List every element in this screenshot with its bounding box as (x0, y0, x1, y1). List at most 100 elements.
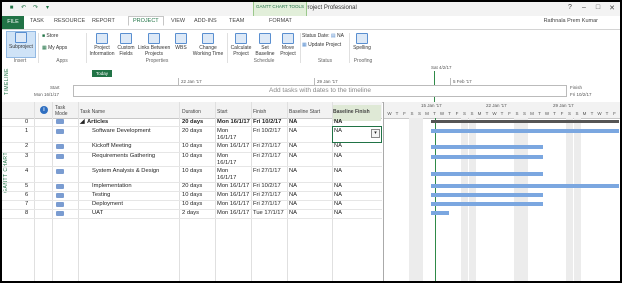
gantt-chart[interactable]: 15 Jan '17 22 Jan '17 29 Jan '17 WTFSSMT… (383, 102, 620, 281)
task-baseline-start[interactable]: NA (289, 143, 297, 150)
task-start[interactable]: Mon 16/1/17 (217, 119, 250, 126)
task-finish[interactable]: Fri 10/2/17 (253, 128, 281, 135)
summary-toggle-icon[interactable]: ◢ (80, 119, 84, 126)
store-button[interactable]: ■ Store (42, 33, 58, 39)
header-start[interactable]: Start (217, 109, 228, 115)
task-finish[interactable]: Fri 27/1/17 (253, 168, 281, 175)
custom-fields-button[interactable]: Custom Fields (116, 33, 136, 57)
task-name[interactable]: Requirements Gathering (92, 153, 155, 160)
spelling-button[interactable]: Spelling (351, 33, 373, 51)
project-information-button[interactable]: Project Information (89, 33, 115, 57)
gantt-task-bar[interactable] (431, 172, 543, 176)
header-finish[interactable]: Finish (253, 109, 266, 115)
task-name[interactable]: Articles (87, 119, 108, 126)
task-start[interactable]: Mon 16/1/17 (217, 201, 249, 208)
task-finish[interactable]: Fri 27/1/17 (253, 143, 281, 150)
task-duration[interactable]: 20 days (182, 128, 202, 135)
timeline-pane[interactable]: TIMELINE Today Sat 4/2/17 22 Jan '17 29 … (2, 64, 620, 103)
minimize-icon[interactable]: – (580, 4, 588, 12)
tab-format[interactable]: FORMAT (269, 18, 292, 24)
task-finish[interactable]: Fri 27/1/17 (253, 201, 281, 208)
task-baseline-start[interactable]: NA (289, 153, 297, 160)
task-name[interactable]: Deployment (92, 201, 123, 208)
table-row[interactable]: 8 UAT 2 days Mon 16/1/17 Tue 17/1/17 NA … (2, 209, 382, 219)
task-baseline-finish[interactable]: NA (334, 143, 342, 150)
task-finish[interactable]: Fri 27/1/17 (253, 192, 281, 199)
task-name[interactable]: UAT (92, 210, 103, 217)
task-baseline-finish[interactable]: NA (334, 183, 342, 190)
task-start[interactable]: Mon 16/1/17 (217, 128, 247, 142)
gantt-summary-bar[interactable] (431, 120, 619, 123)
task-duration[interactable]: 2 days (182, 210, 199, 217)
user-name[interactable]: Rathnala Prem Kumar (544, 18, 598, 24)
task-duration[interactable]: 10 days (182, 143, 202, 150)
my-apps-button[interactable]: ▦ My Apps (42, 45, 67, 51)
task-baseline-finish[interactable]: NA (334, 153, 342, 160)
task-finish[interactable]: Fri 27/1/17 (253, 153, 281, 160)
task-baseline-finish[interactable]: NA (334, 201, 342, 208)
task-name[interactable]: Software Development (92, 128, 151, 135)
tab-resource[interactable]: RESOURCE (54, 18, 85, 24)
tab-add-ins[interactable]: ADD-INS (194, 18, 217, 24)
task-baseline-finish[interactable]: NA (334, 210, 342, 217)
links-between-projects-button[interactable]: Links Between Projects (137, 33, 171, 57)
task-baseline-finish[interactable]: NA (334, 168, 342, 175)
tab-view[interactable]: VIEW (171, 18, 185, 24)
subproject-button[interactable]: Subproject (6, 31, 36, 58)
task-start[interactable]: Mon 16/1/17 (217, 143, 249, 150)
task-duration[interactable]: 20 days (182, 183, 202, 190)
task-duration[interactable]: 10 days (182, 153, 202, 160)
table-row[interactable]: 4 System Analysis & Design 10 days Mon 1… (2, 166, 382, 183)
restore-icon[interactable]: □ (594, 4, 602, 12)
task-baseline-start[interactable]: NA (289, 119, 297, 126)
gantt-task-bar[interactable] (431, 129, 619, 133)
tab-report[interactable]: REPORT (92, 18, 115, 24)
task-finish[interactable]: Tue 17/1/17 (253, 210, 284, 217)
task-start[interactable]: Mon 16/1/17 (217, 192, 249, 199)
tab-project[interactable]: PROJECT (128, 16, 164, 26)
gantt-task-bar[interactable] (431, 211, 449, 215)
task-start[interactable]: Mon 16/1/17 (217, 153, 247, 167)
task-finish[interactable]: Fri 10/2/17 (253, 183, 281, 190)
task-duration[interactable]: 20 days (182, 119, 203, 126)
gantt-task-bar[interactable] (431, 202, 543, 206)
task-name[interactable]: Implementation (92, 183, 132, 190)
gantt-task-bar[interactable] (431, 155, 543, 159)
gantt-task-bar[interactable] (431, 145, 543, 149)
move-project-button[interactable]: Move Project (277, 33, 299, 57)
task-start[interactable]: Mon 16/1/17 (217, 210, 249, 217)
status-date-control[interactable]: Status Date: ▤ NA (302, 33, 344, 39)
header-baseline-start[interactable]: Baseline Start (289, 109, 320, 115)
close-icon[interactable]: ✕ (608, 4, 616, 12)
timeline-bar[interactable]: Add tasks with dates to the timeline (73, 85, 567, 97)
tab-team[interactable]: TEAM (229, 18, 244, 24)
task-baseline-start[interactable]: NA (289, 192, 297, 199)
set-baseline-button[interactable]: Set Baseline (254, 33, 276, 57)
task-baseline-start[interactable]: NA (289, 210, 297, 217)
task-baseline-finish[interactable]: NA (334, 192, 342, 199)
calculate-project-button[interactable]: Calculate Project (229, 33, 253, 57)
tab-file[interactable]: FILE (2, 16, 24, 29)
wbs-button[interactable]: WBS (172, 33, 190, 51)
task-finish[interactable]: Fri 10/2/17 (253, 119, 281, 126)
task-start[interactable]: Mon 16/1/17 (217, 168, 247, 182)
header-task-mode[interactable]: Task Mode (55, 105, 75, 117)
header-task-name[interactable]: Task Name (80, 109, 105, 115)
task-duration[interactable]: 10 days (182, 201, 202, 208)
update-project-button[interactable]: ▦ Update Project (302, 42, 341, 48)
task-duration[interactable]: 10 days (182, 192, 202, 199)
task-baseline-start[interactable]: NA (289, 168, 297, 175)
chevron-down-icon[interactable]: ▾ (371, 129, 380, 138)
gantt-task-bar[interactable] (431, 184, 619, 188)
gantt-task-bar[interactable] (431, 193, 543, 197)
task-name[interactable]: Testing (92, 192, 110, 199)
tab-task[interactable]: TASK (30, 18, 44, 24)
task-baseline-start[interactable]: NA (289, 183, 297, 190)
change-working-time-button[interactable]: Change Working Time (191, 33, 225, 57)
info-icon[interactable]: i (40, 106, 48, 114)
task-baseline-start[interactable]: NA (289, 201, 297, 208)
task-name[interactable]: Kickoff Meeting (92, 143, 132, 150)
task-duration[interactable]: 10 days (182, 168, 202, 175)
task-baseline-finish[interactable]: NA (334, 119, 342, 126)
task-baseline-finish[interactable]: NA (334, 128, 342, 135)
